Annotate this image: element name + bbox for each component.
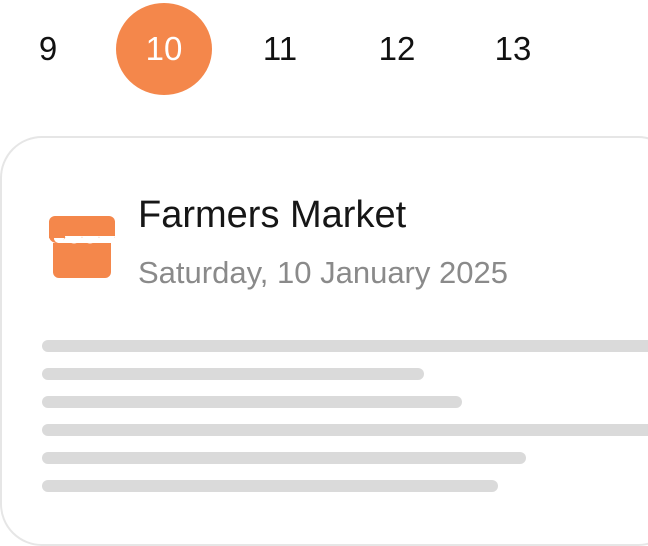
day-label: 9 — [38, 30, 58, 67]
storefront-icon — [49, 216, 115, 278]
day-12[interactable]: 12 — [349, 3, 445, 95]
placeholder-text-line — [42, 424, 648, 436]
placeholder-text-line — [42, 340, 648, 352]
placeholder-text-line — [42, 396, 462, 408]
day-11[interactable]: 11 — [232, 3, 328, 95]
day-label: 12 — [378, 30, 416, 67]
event-date: Saturday, 10 January 2025 — [138, 255, 508, 290]
event-title: Farmers Market — [138, 194, 407, 236]
date-strip: 9 10 11 12 13 — [0, 0, 648, 100]
placeholder-text-line — [42, 368, 424, 380]
day-10-selected[interactable]: 10 — [116, 3, 212, 95]
placeholder-text-line — [42, 452, 526, 464]
day-label: 11 — [262, 30, 298, 67]
day-label: 13 — [494, 30, 532, 67]
event-card[interactable]: Farmers Market Saturday, 10 January 2025 — [0, 136, 648, 546]
day-label: 10 — [145, 30, 183, 67]
day-13[interactable]: 13 — [465, 3, 561, 95]
placeholder-text-line — [42, 480, 498, 492]
day-9[interactable]: 9 — [0, 3, 96, 95]
